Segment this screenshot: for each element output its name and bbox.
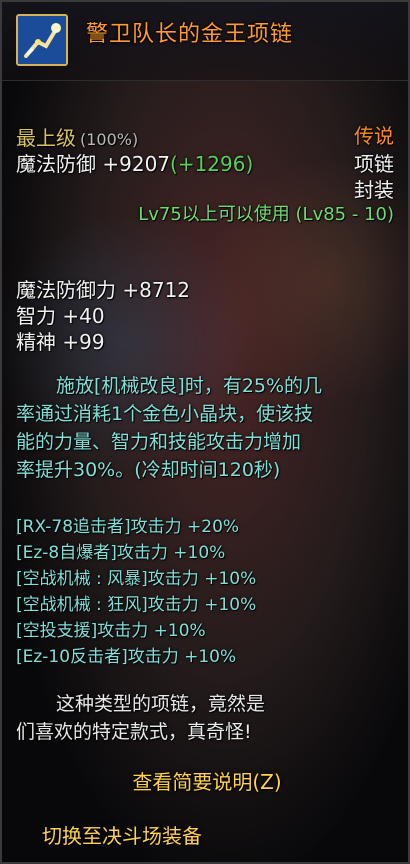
description-line: 率提升30%。(冷却时间120秒) — [16, 459, 281, 481]
flavor-text: 这种类型的项链，竟然是 们喜欢的特定款式，真奇怪! — [16, 690, 396, 746]
magic-defense-label: 魔法防御 — [16, 152, 96, 176]
skill-bonus: [RX-78追击者]攻击力 +20% — [16, 517, 240, 537]
item-grade: 最上级 (100%) — [16, 122, 138, 151]
slot-label: 项链 — [354, 152, 394, 176]
level-requirement: Lv75以上可以使用 (Lv85 - 10) — [138, 204, 394, 225]
description-line: 施放[机械改良]时，有25%的几 — [56, 375, 323, 397]
description-line: 能的力量、智力和技能攻击力增加 — [16, 431, 302, 453]
grade-label: 最上级 — [16, 126, 76, 150]
stat-value: +40 — [62, 304, 105, 328]
skill-bonus: [空投支援]攻击力 +10% — [16, 621, 206, 641]
skill-bonus: [空战机械 : 风暴]攻击力 +10% — [16, 569, 257, 589]
tooltip-header: 警卫队长的金王项链 — [2, 2, 408, 81]
view-summary-button[interactable]: 查看简要说明(Z) — [2, 766, 408, 795]
item-name: 警卫队长的金王项链 — [86, 22, 294, 47]
seal-label: 封装 — [354, 178, 394, 202]
switch-arena-equipment-button[interactable]: 切换至决斗场装备 — [2, 820, 408, 849]
magic-defense-value: +9207 — [102, 152, 171, 176]
stat-magic-defense: 魔法防御力 +8712 — [16, 274, 190, 303]
item-tooltip: 警卫队长的金王项链 最上级 (100%) 传说 魔法防御 +9207(+1296)… — [0, 0, 410, 864]
stat-value: +8712 — [122, 278, 191, 302]
flavor-line: 们喜欢的特定款式，真奇怪! — [16, 721, 252, 743]
description-line: 率通过消耗1个金色小晶块，使该技 — [16, 403, 314, 425]
grade-percent: (100%) — [80, 130, 139, 149]
skill-bonus: [Ez-8自爆者]攻击力 +10% — [16, 543, 226, 563]
stat-label: 魔法防御力 — [16, 278, 116, 302]
rarity-label: 传说 — [354, 124, 394, 148]
item-description: 施放[机械改良]时，有25%的几 率通过消耗1个金色小晶块，使该技 能的力量、智… — [16, 372, 396, 484]
stat-value: +99 — [62, 330, 105, 354]
stat-intelligence: 智力 +40 — [16, 300, 105, 329]
stat-label: 智力 — [16, 304, 56, 328]
skill-bonus: [空战机械 : 狂风]攻击力 +10% — [16, 595, 257, 615]
skill-bonus: [Ez-10反击者]攻击力 +10% — [16, 647, 237, 667]
flavor-line: 这种类型的项链，竟然是 — [56, 693, 266, 715]
golden-necklace-icon — [16, 14, 68, 66]
magic-defense-bonus: (+1296) — [170, 152, 254, 176]
magic-defense-line: 魔法防御 +9207(+1296) — [16, 148, 253, 177]
stat-label: 精神 — [16, 330, 56, 354]
stat-spirit: 精神 +99 — [16, 326, 105, 355]
